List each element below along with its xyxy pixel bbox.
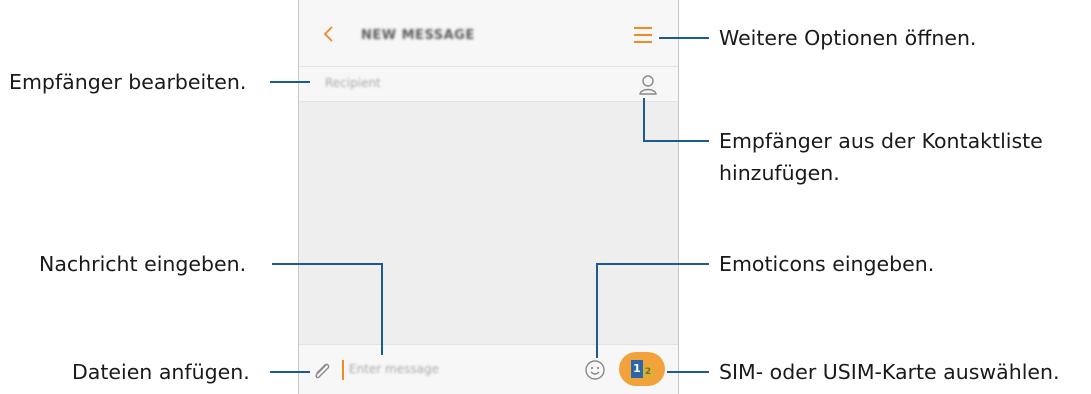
line-emoticons-h: [596, 263, 709, 265]
attach-icon[interactable]: [311, 360, 333, 382]
callout-options: Weitere Optionen öffnen.: [719, 26, 977, 50]
message-input[interactable]: Enter message: [349, 362, 439, 376]
line-message-h: [272, 263, 383, 265]
line-contacts-h: [643, 140, 709, 142]
line-contacts-v: [643, 98, 645, 142]
emoticon-icon[interactable]: [584, 359, 606, 381]
sim-icon: 1: [631, 360, 643, 378]
more-options-icon[interactable]: [634, 27, 652, 43]
line-attach: [270, 371, 310, 373]
compose-bar: Enter message 1 2: [299, 344, 678, 394]
recipient-input[interactable]: Recipient: [325, 76, 381, 90]
contact-icon[interactable]: [637, 73, 659, 97]
line-emoticons-v: [596, 263, 598, 358]
text-cursor: [342, 360, 344, 380]
back-icon[interactable]: [319, 24, 339, 44]
callout-attach-files: Dateien anfügen.: [72, 360, 250, 384]
callout-enter-message: Nachricht eingeben.: [39, 252, 247, 276]
line-message-v: [381, 263, 383, 355]
callout-emoticons: Emoticons eingeben.: [719, 252, 935, 276]
message-area: [299, 102, 678, 344]
callout-add-contacts-1: Empfänger aus der Kontaktliste: [719, 129, 1043, 153]
sim-select-button[interactable]: 1 2: [619, 352, 665, 386]
page-title: NEW MESSAGE: [361, 28, 475, 43]
line-sim: [667, 371, 709, 373]
line-options: [659, 37, 709, 39]
callout-add-contacts-2: hinzufügen.: [719, 161, 840, 185]
line-edit-recipient: [270, 81, 310, 83]
callout-select-sim: SIM- oder USIM-Karte auswählen.: [719, 360, 1060, 384]
app-header: NEW MESSAGE: [299, 0, 678, 66]
sim-secondary-label: 2: [643, 366, 653, 378]
phone-screen: NEW MESSAGE Recipient Enter message 1 2: [298, 0, 679, 394]
recipient-row: Recipient: [299, 66, 678, 102]
callout-edit-recipient: Empfänger bearbeiten.: [9, 70, 247, 94]
